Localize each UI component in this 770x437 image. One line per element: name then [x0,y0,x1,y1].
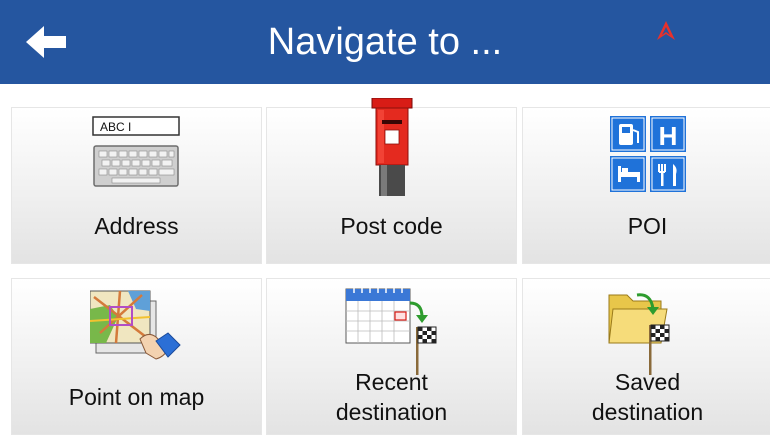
post-code-button[interactable]: Post code [266,98,517,264]
recent-destination-label-line1: Recent [355,369,428,395]
post-code-label: Post code [340,213,443,239]
map-point-icon [89,290,181,360]
poi-icon: H [609,116,686,192]
destination-menu-grid: ABC I Address Post code H POI Point on m… [11,98,770,435]
point-on-map-label: Point on map [68,384,205,410]
calendar-flag-icon [345,287,436,375]
recent-destination-label: Recent destination [267,367,516,427]
recent-destination-label-line2: destination [335,399,448,425]
postbox-icon [371,98,412,196]
address-field-text: ABC I [100,120,131,134]
navigate-to-screen: Navigate to ... ABC I Address Post code … [0,0,770,437]
saved-destination-label: Saved destination [523,367,770,427]
address-button[interactable]: ABC I Address [11,107,262,264]
folder-flag-icon [607,293,669,375]
poi-hotel-letter: H [658,121,677,151]
keyboard-icon: ABC I [91,116,180,187]
poi-button[interactable]: H POI [522,107,770,264]
saved-destination-label-line2: destination [591,399,704,425]
recent-destination-button[interactable]: Recent destination [266,278,517,435]
address-label: Address [94,213,179,239]
saved-destination-label-line1: Saved [614,369,681,395]
point-on-map-button[interactable]: Point on map [11,278,262,435]
poi-label: POI [627,213,668,239]
gps-arrow-icon [657,21,675,40]
header-bar: Navigate to ... [0,0,770,84]
saved-destination-button[interactable]: Saved destination [522,278,770,435]
